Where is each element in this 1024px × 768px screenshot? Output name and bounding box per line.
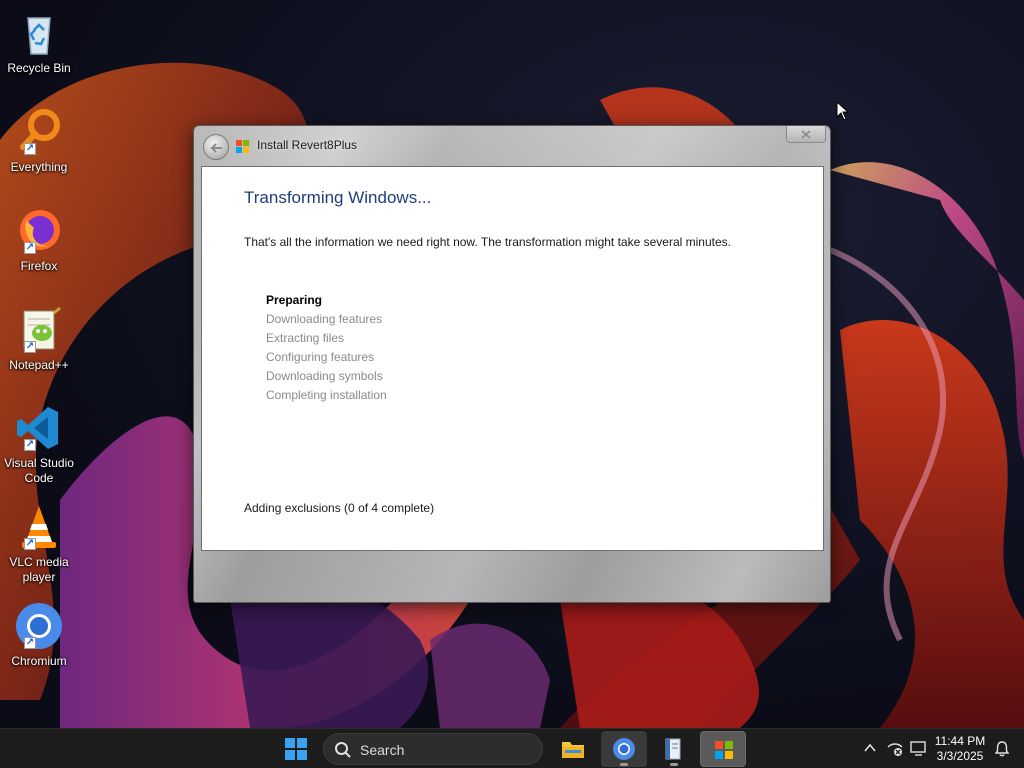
firefox-icon: ↗ [14,206,64,256]
status-text: Adding exclusions (0 of 4 complete) [244,501,435,515]
clock-time: 11:44 PM [934,734,986,748]
shortcut-arrow-icon: ↗ [24,538,36,550]
installer-book-icon [665,738,681,760]
desktop-icon-firefox[interactable]: ↗ Firefox [2,206,76,274]
notepad-plus-plus-icon: ↗ [14,305,64,355]
page-heading: Transforming Windows... [244,188,432,207]
taskbar-file-explorer[interactable] [550,731,596,767]
taskbar: Search 11:44 PM 3/3/2025 [0,728,1024,768]
notification-bell-icon[interactable] [995,741,1009,757]
everything-search-icon: ↗ [14,107,64,157]
chromium-icon [613,738,635,760]
running-indicator [670,763,678,766]
back-arrow-icon [210,143,222,153]
installer-content: Transforming Windows... That's all the i… [201,166,824,551]
step-item: Downloading features [266,312,383,326]
progress-steps: Preparing Downloading features Extractin… [266,291,387,405]
desktop-icon-label: Firefox [20,259,58,273]
windows-setup-icon [715,741,733,759]
installer-window: Install Revert8Plus Transforming Windows… [193,125,831,603]
step-item: Configuring features [266,350,375,364]
windows-setup-icon [236,140,249,153]
search-icon [335,742,351,758]
show-hidden-icons-chevron-up-icon[interactable] [863,741,877,755]
desktop-icon-vlc[interactable]: ↗ VLC media player [2,502,76,585]
recycle-bin-icon [14,8,64,58]
vscode-icon: ↗ [14,403,64,453]
desktop-icon-notepad-plus-plus[interactable]: ↗ Notepad++ [2,305,76,373]
step-item: Completing installation [266,388,387,402]
start-button[interactable] [285,738,307,760]
desktop-icon-label: Notepad++ [9,358,69,372]
close-icon [801,130,811,139]
info-text: That's all the information we need right… [244,235,731,249]
clock-date: 3/3/2025 [936,749,984,763]
vlc-icon: ↗ [14,502,64,552]
close-button[interactable] [786,126,826,143]
mouse-cursor-icon [836,101,850,121]
window-title: Install Revert8Plus [257,138,358,152]
desktop-icon-vscode[interactable]: ↗ Visual Studio Code [2,403,76,486]
shortcut-arrow-icon: ↗ [24,637,36,649]
desktop-icon-label: Recycle Bin [7,61,71,75]
taskbar-search[interactable]: Search [323,733,543,765]
taskbar-clock[interactable]: 11:44 PM 3/3/2025 [930,734,990,764]
desktop-icon-everything[interactable]: ↗ Everything [2,107,76,175]
shortcut-arrow-icon: ↗ [24,242,36,254]
chromium-icon: ↗ [14,601,64,651]
network-disconnected-icon[interactable] [887,741,903,757]
step-item: Downloading symbols [266,369,383,383]
taskbar-windows-setup[interactable] [700,731,746,767]
desktop-icon-label: Visual Studio Code [4,456,74,485]
taskbar-chromium[interactable] [601,731,647,767]
running-indicator [620,763,628,766]
desktop-icon-label: Chromium [11,654,67,668]
shortcut-arrow-icon: ↗ [24,143,36,155]
shortcut-arrow-icon: ↗ [24,439,36,451]
search-placeholder: Search [360,742,405,758]
display-icon[interactable] [910,741,928,757]
desktop-icon-recycle-bin[interactable]: Recycle Bin [2,8,76,76]
window-titlebar[interactable]: Install Revert8Plus [194,126,830,166]
back-button[interactable] [203,134,229,160]
shortcut-arrow-icon: ↗ [24,341,36,353]
taskbar-installer-book[interactable] [651,731,697,767]
step-item: Extracting files [266,331,345,345]
step-item: Preparing [266,293,323,307]
desktop-icon-chromium[interactable]: ↗ Chromium [2,601,76,669]
desktop-icon-label: VLC media player [9,555,69,584]
desktop-icon-label: Everything [10,160,68,174]
file-explorer-icon [562,742,584,758]
